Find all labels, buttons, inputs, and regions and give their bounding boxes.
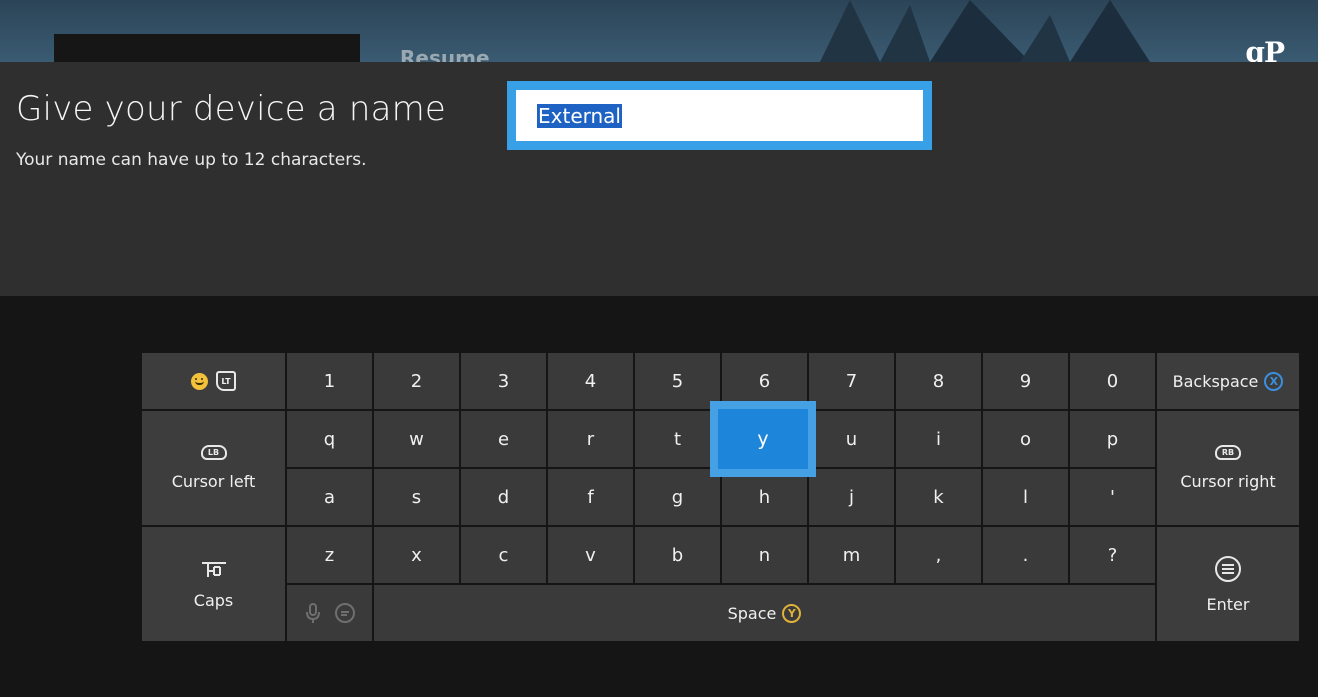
key-a[interactable]: a (287, 469, 372, 525)
key-p[interactable]: p (1070, 411, 1155, 467)
dialog-subtitle: Your name can have up to 12 characters. (16, 150, 367, 170)
key-l[interactable]: l (983, 469, 1068, 525)
key-e[interactable]: e (461, 411, 546, 467)
lb-bumper-icon: LB (200, 445, 227, 460)
castle-silhouette (820, 0, 1150, 62)
device-name-input[interactable]: External (516, 90, 923, 141)
enter-label: Enter (1206, 594, 1250, 614)
enter-key[interactable]: Enter (1157, 527, 1299, 641)
chat-icon (334, 603, 355, 623)
key-question[interactable]: ? (1070, 527, 1155, 583)
key-4[interactable]: 4 (548, 353, 633, 409)
focused-key-y[interactable]: y (710, 401, 816, 477)
key-0[interactable]: 0 (1070, 353, 1155, 409)
cursor-left-key[interactable]: LB Cursor left (142, 411, 285, 525)
key-v[interactable]: v (548, 527, 633, 583)
key-q[interactable]: q (287, 411, 372, 467)
key-n[interactable]: n (722, 527, 807, 583)
key-f[interactable]: f (548, 469, 633, 525)
key-x[interactable]: x (374, 527, 459, 583)
key-3[interactable]: 3 (461, 353, 546, 409)
key-j[interactable]: j (809, 469, 894, 525)
key-r[interactable]: r (548, 411, 633, 467)
key-b[interactable]: b (635, 527, 720, 583)
key-i[interactable]: i (896, 411, 981, 467)
key-d[interactable]: d (461, 469, 546, 525)
key-comma[interactable]: , (896, 527, 981, 583)
key-h[interactable]: h (722, 469, 807, 525)
y-button-icon: Y (782, 603, 802, 623)
device-name-value: External (537, 103, 622, 128)
rb-bumper-icon: RB (1215, 445, 1241, 460)
device-name-field[interactable]: External (507, 81, 932, 150)
dialog-title: Give your device a name (16, 89, 447, 129)
caps-label: Caps (193, 590, 234, 610)
key-z[interactable]: z (287, 527, 372, 583)
key-9[interactable]: 9 (983, 353, 1068, 409)
caps-icon (201, 561, 226, 577)
key-apostrophe[interactable]: ' (1070, 469, 1155, 525)
dictation-key[interactable] (287, 585, 372, 641)
focused-key-label: y (718, 409, 808, 469)
space-label: Space (727, 603, 777, 623)
key-period[interactable]: . (983, 527, 1068, 583)
background-strip: Resume (0, 0, 1318, 62)
cursor-left-label: Cursor left (171, 472, 256, 491)
backspace-label: Backspace (1172, 371, 1259, 391)
key-c[interactable]: c (461, 527, 546, 583)
emoji-key[interactable]: LT (142, 353, 285, 409)
x-button-icon: X (1264, 371, 1284, 391)
menu-button-icon (1215, 555, 1241, 582)
cursor-right-key[interactable]: RB Cursor right (1157, 411, 1299, 525)
key-t[interactable]: t (635, 411, 720, 467)
space-key[interactable]: Space Y (374, 585, 1155, 641)
name-dialog: Give your device a name Your name can ha… (0, 62, 1318, 296)
key-u[interactable]: u (809, 411, 894, 467)
key-7[interactable]: 7 (809, 353, 894, 409)
emoji-icon (191, 372, 208, 390)
key-1[interactable]: 1 (287, 353, 372, 409)
key-g[interactable]: g (635, 469, 720, 525)
key-8[interactable]: 8 (896, 353, 981, 409)
background-tile (54, 34, 360, 62)
cursor-right-label: Cursor right (1180, 472, 1276, 491)
backspace-key[interactable]: Backspace X (1157, 353, 1299, 409)
key-m[interactable]: m (809, 527, 894, 583)
key-5[interactable]: 5 (635, 353, 720, 409)
key-w[interactable]: w (374, 411, 459, 467)
on-screen-keyboard: LT 1 2 3 4 5 6 7 8 9 0 Backspace X LB Cu… (142, 353, 1299, 641)
lt-trigger-icon: LT (216, 371, 236, 391)
background-title: Resume (400, 46, 490, 62)
key-s[interactable]: s (374, 469, 459, 525)
caps-key[interactable]: Caps (142, 527, 285, 641)
key-o[interactable]: o (983, 411, 1068, 467)
key-2[interactable]: 2 (374, 353, 459, 409)
key-k[interactable]: k (896, 469, 981, 525)
microphone-icon (305, 603, 320, 623)
